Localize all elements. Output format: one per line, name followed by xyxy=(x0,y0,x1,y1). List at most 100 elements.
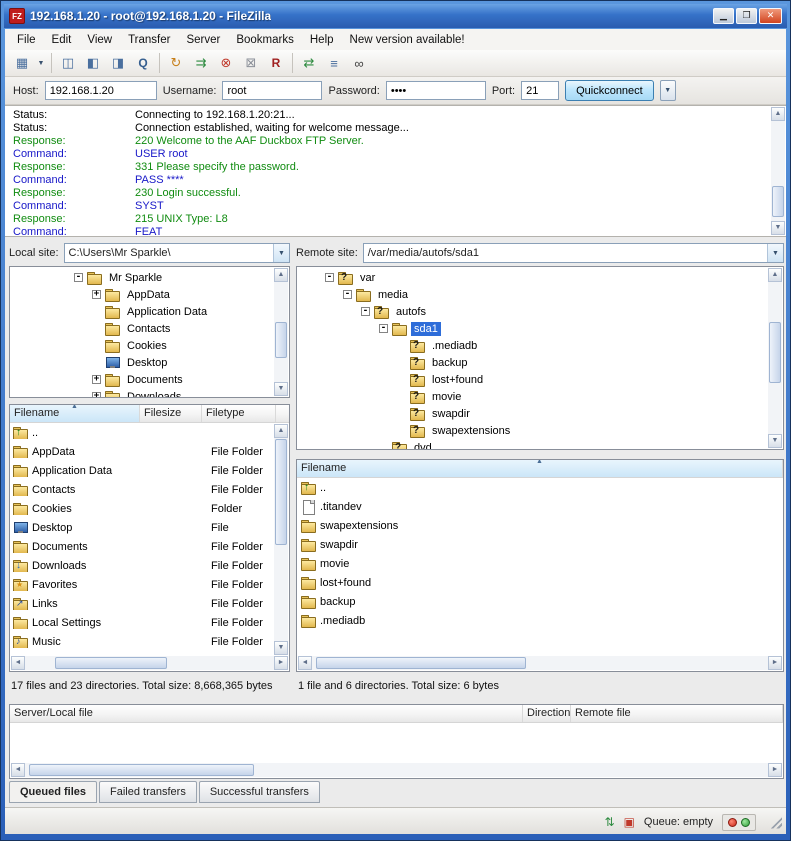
scrollbar-thumb[interactable] xyxy=(316,657,526,669)
maximize-button[interactable] xyxy=(736,8,757,24)
local-tree-scrollbar[interactable] xyxy=(274,268,288,396)
scrollbar-thumb[interactable] xyxy=(29,764,254,776)
quickconnect-dropdown[interactable] xyxy=(660,80,676,101)
process-queue-button[interactable]: ⇉ xyxy=(189,52,213,74)
toggle-remote-tree-button[interactable]: ◨ xyxy=(106,52,130,74)
expander-icon[interactable] xyxy=(325,273,334,282)
tree-node[interactable]: .mediadb xyxy=(299,337,783,354)
tree-node[interactable]: Contacts xyxy=(12,320,289,337)
tab-failed-transfers[interactable]: Failed transfers xyxy=(99,781,197,803)
file-row[interactable]: AppDataFile Folder xyxy=(10,442,289,461)
find-files-button[interactable]: ∞ xyxy=(347,52,371,74)
log-scrollbar[interactable] xyxy=(771,107,785,235)
file-row[interactable]: movie xyxy=(297,554,783,573)
site-manager-button[interactable]: ▦ xyxy=(10,52,34,74)
resize-grip[interactable] xyxy=(769,816,782,829)
file-row[interactable]: .. xyxy=(10,423,289,442)
toggle-local-tree-button[interactable]: ◧ xyxy=(81,52,105,74)
tree-node[interactable]: lost+found xyxy=(299,371,783,388)
tree-node[interactable]: media xyxy=(299,286,783,303)
tree-node[interactable]: Documents xyxy=(12,371,289,388)
menu-new-version[interactable]: New version available! xyxy=(342,31,473,49)
scrollbar-thumb[interactable] xyxy=(275,439,287,545)
file-row[interactable]: DocumentsFile Folder xyxy=(10,537,289,556)
synchronized-browsing-button[interactable]: ≡ xyxy=(322,52,346,74)
menu-file[interactable]: File xyxy=(9,31,44,49)
cancel-button[interactable]: ⊗ xyxy=(214,52,238,74)
tree-node[interactable]: Cookies xyxy=(12,337,289,354)
file-row[interactable]: .titandev xyxy=(297,497,783,516)
tree-node[interactable]: Application Data xyxy=(12,303,289,320)
queue-hscrollbar[interactable] xyxy=(11,763,782,777)
scroll-right-icon[interactable] xyxy=(274,656,288,670)
chevron-down-icon[interactable] xyxy=(767,244,783,262)
reconnect-button[interactable]: R xyxy=(264,52,288,74)
file-row[interactable]: ContactsFile Folder xyxy=(10,480,289,499)
local-path-combo[interactable]: C:\Users\Mr Sparkle\ xyxy=(64,243,290,263)
tab-queued-files[interactable]: Queued files xyxy=(9,781,97,803)
file-row[interactable]: lost+found xyxy=(297,573,783,592)
disconnect-button[interactable]: ⊠ xyxy=(239,52,263,74)
file-row[interactable]: CookiesFolder xyxy=(10,499,289,518)
tree-node[interactable]: movie xyxy=(299,388,783,405)
file-row[interactable]: Local SettingsFile Folder xyxy=(10,613,289,632)
tree-node[interactable]: sda1 xyxy=(299,320,783,337)
scroll-down-icon[interactable] xyxy=(768,434,782,448)
scroll-down-icon[interactable] xyxy=(771,221,785,235)
file-row[interactable]: .mediadb xyxy=(297,611,783,630)
scroll-down-icon[interactable] xyxy=(274,641,288,655)
tree-node[interactable]: Downloads xyxy=(12,388,289,398)
scrollbar-thumb[interactable] xyxy=(275,322,287,358)
menu-bookmarks[interactable]: Bookmarks xyxy=(228,31,302,49)
scroll-left-icon[interactable] xyxy=(11,656,25,670)
scroll-up-icon[interactable] xyxy=(274,268,288,282)
tree-node[interactable]: backup xyxy=(299,354,783,371)
password-input[interactable] xyxy=(386,81,486,100)
menu-help[interactable]: Help xyxy=(302,31,342,49)
local-path-value[interactable]: C:\Users\Mr Sparkle\ xyxy=(65,247,273,259)
menu-transfer[interactable]: Transfer xyxy=(120,31,178,49)
site-manager-dropdown[interactable] xyxy=(35,52,47,74)
file-row[interactable]: .. xyxy=(297,478,783,497)
speed-limit-icon[interactable]: ⇅ xyxy=(605,815,615,829)
expander-icon[interactable] xyxy=(343,290,352,299)
tree-node[interactable]: swapextensions xyxy=(299,422,783,439)
column-header-remote-file[interactable]: Remote file xyxy=(571,705,783,722)
port-input[interactable] xyxy=(521,81,559,100)
minimize-button[interactable] xyxy=(713,8,734,24)
tree-node[interactable]: swapdir xyxy=(299,405,783,422)
column-header-direction[interactable]: Direction xyxy=(523,705,571,722)
username-input[interactable] xyxy=(222,81,322,100)
local-list-hscrollbar[interactable] xyxy=(11,656,288,670)
scrollbar-thumb[interactable] xyxy=(772,186,784,217)
file-row[interactable]: LinksFile Folder xyxy=(10,594,289,613)
column-header-filesize[interactable]: Filesize xyxy=(140,405,202,422)
expander-icon[interactable] xyxy=(92,290,101,299)
chevron-down-icon[interactable] xyxy=(273,244,289,262)
tree-node[interactable]: Mr Sparkle xyxy=(12,269,289,286)
tree-node[interactable]: autofs xyxy=(299,303,783,320)
file-row[interactable]: DownloadsFile Folder xyxy=(10,556,289,575)
scroll-right-icon[interactable] xyxy=(768,763,782,777)
scroll-down-icon[interactable] xyxy=(274,382,288,396)
scroll-left-icon[interactable] xyxy=(11,763,25,777)
scroll-up-icon[interactable] xyxy=(274,424,288,438)
toggle-queue-button[interactable]: Q xyxy=(131,52,155,74)
menu-view[interactable]: View xyxy=(79,31,120,49)
tree-node[interactable]: dvd xyxy=(299,439,783,450)
close-button[interactable] xyxy=(759,8,782,24)
remote-path-combo[interactable]: /var/media/autofs/sda1 xyxy=(363,243,784,263)
toggle-message-log-button[interactable]: ◫ xyxy=(56,52,80,74)
scroll-up-icon[interactable] xyxy=(768,268,782,282)
expander-icon[interactable] xyxy=(74,273,83,282)
menu-server[interactable]: Server xyxy=(178,31,228,49)
file-row[interactable]: FavoritesFile Folder xyxy=(10,575,289,594)
encryption-status-icon[interactable]: ▣ xyxy=(624,815,635,829)
local-list-scrollbar[interactable] xyxy=(274,424,288,655)
quickconnect-button[interactable]: Quickconnect xyxy=(565,80,654,101)
file-row[interactable]: DesktopFile xyxy=(10,518,289,537)
remote-path-value[interactable]: /var/media/autofs/sda1 xyxy=(364,247,767,259)
tree-node[interactable]: var xyxy=(299,269,783,286)
column-header-filename[interactable]: Filename xyxy=(297,460,783,477)
expander-icon[interactable] xyxy=(361,307,370,316)
